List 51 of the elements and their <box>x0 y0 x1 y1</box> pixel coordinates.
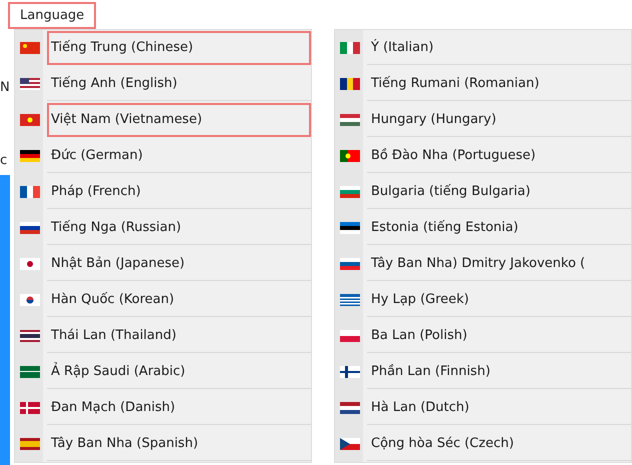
language-menu-item[interactable]: Hy Lạp (Greek) <box>367 283 631 317</box>
language-menu-item[interactable]: Ý (Italian) <box>367 31 631 65</box>
language-menu-item[interactable]: Phần Lan (Finnish) <box>367 355 631 389</box>
flag-icon <box>340 150 360 162</box>
language-menu-item[interactable]: Ba Lan (Polish) <box>367 319 631 353</box>
language-menu-item[interactable]: Hà Lan (Dutch) <box>367 391 631 425</box>
flag-icon <box>340 402 360 414</box>
language-menu-item[interactable]: Tây Ban Nha (Spanish) <box>47 427 311 461</box>
flag-icon <box>340 294 360 306</box>
language-menu-item[interactable]: Tây Ban Nha) Dmitry Jakovenko ( <box>367 247 631 281</box>
language-menu-item[interactable]: Đức (German) <box>47 139 311 173</box>
flag-icon <box>20 366 40 378</box>
background-text: N <box>0 80 11 95</box>
language-menu-item[interactable]: Ả Rập Saudi (Arabic) <box>47 355 311 389</box>
language-menu-item[interactable]: Tiếng Nga (Russian) <box>47 211 311 245</box>
flag-icon <box>340 438 360 450</box>
flag-icon <box>20 402 40 414</box>
flag-icon <box>20 186 40 198</box>
language-menu-item[interactable]: Estonia (tiếng Estonia) <box>367 211 631 245</box>
flag-icon <box>20 294 40 306</box>
flag-icon <box>340 42 360 54</box>
language-menu-item[interactable]: Tiếng Rumani (Romanian) <box>367 67 631 101</box>
flag-icon <box>340 366 360 378</box>
language-menu-item[interactable]: Bulgaria (tiếng Bulgaria) <box>367 175 631 209</box>
language-menu-item[interactable]: Bồ Đào Nha (Portuguese) <box>367 139 631 173</box>
flag-icon <box>20 438 40 450</box>
language-menu-item[interactable]: Việt Nam (Vietnamese) <box>47 103 311 137</box>
flag-icon <box>340 330 360 342</box>
flag-icon <box>20 150 40 162</box>
language-menu-item[interactable]: Đan Mạch (Danish) <box>47 391 311 425</box>
flag-icon <box>340 114 360 126</box>
flag-icon <box>20 78 40 90</box>
language-menu-item[interactable]: Hàn Quốc (Korean) <box>47 283 311 317</box>
flag-icon <box>340 78 360 90</box>
language-menu-item[interactable]: Tiếng Anh (English) <box>47 67 311 101</box>
flag-icon <box>20 330 40 342</box>
flag-icon <box>340 258 360 270</box>
flag-icon <box>20 222 40 234</box>
flag-icon <box>20 42 40 54</box>
flag-icon <box>340 186 360 198</box>
background-text: c <box>0 153 8 168</box>
flag-icon <box>20 114 40 126</box>
language-menu-item[interactable]: Hungary (Hungary) <box>367 103 631 137</box>
language-menu-item[interactable]: Nhật Bản (Japanese) <box>47 247 311 281</box>
flag-icon <box>340 222 360 234</box>
language-menu-item[interactable]: Cộng hòa Séc (Czech) <box>367 427 631 461</box>
flag-icon <box>20 258 40 270</box>
language-menu-item[interactable]: Thái Lan (Thailand) <box>47 319 311 353</box>
language-menu-title[interactable]: Language <box>8 2 96 29</box>
language-menu-item[interactable]: Pháp (French) <box>47 175 311 209</box>
language-menu-item[interactable]: Tiếng Trung (Chinese) <box>47 31 311 65</box>
